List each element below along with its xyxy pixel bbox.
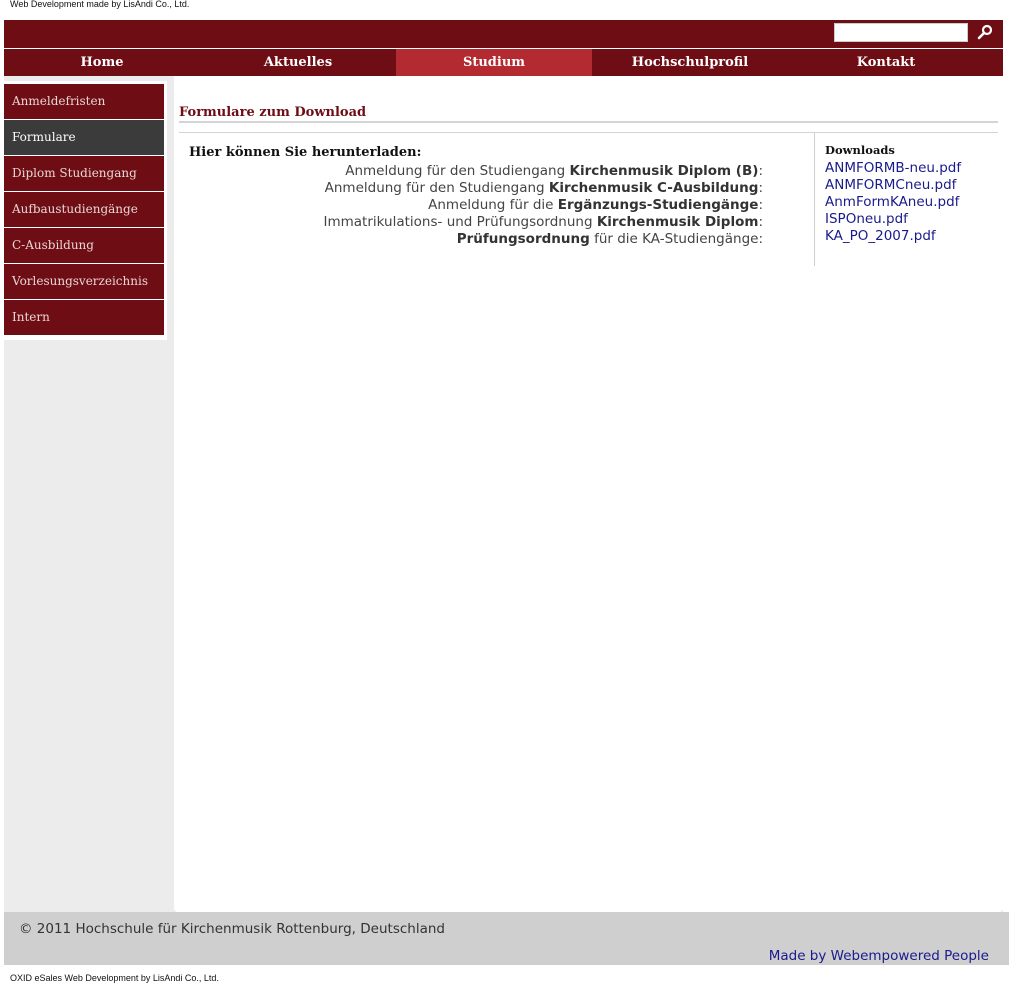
sidebar-item-anmeldefristen[interactable]: Anmeldefristen — [4, 84, 164, 120]
nav-item-hochschulprofil[interactable]: Hochschulprofil — [592, 49, 788, 76]
sidebar-item-diplom-studiengang[interactable]: Diplom Studiengang — [4, 156, 164, 192]
nav-item-kontakt[interactable]: Kontakt — [788, 49, 984, 76]
downloads-panel: Downloads ANMFORMB-neu.pdf ANMFORMCneu.p… — [825, 143, 995, 245]
downloads-title: Downloads — [825, 143, 895, 157]
sidebar-item-intern[interactable]: Intern — [4, 300, 164, 336]
footer: © 2011 Hochschule für Kirchenmusik Rotte… — [4, 912, 1009, 965]
sidebar-item-vorlesungsverzeichnis[interactable]: Vorlesungsverzeichnis — [4, 264, 164, 300]
made-by-link[interactable]: Made by Webempowered People — [769, 948, 989, 964]
form-row: Immatrikulations- und Prüfungsordnung Ki… — [323, 214, 764, 230]
nav-item-studium[interactable]: Studium — [396, 49, 592, 76]
sidebar-item-aufbaustudiengaenge[interactable]: Aufbaustudiengänge — [4, 192, 164, 228]
search-icon — [977, 24, 993, 44]
form-row: Prüfungsordnung für die KA-Studiengänge: — [456, 231, 763, 247]
sidebar-item-formulare[interactable]: Formulare — [4, 120, 164, 156]
column-divider — [814, 133, 815, 266]
download-link-ka-po[interactable]: KA_PO_2007.pdf — [825, 228, 995, 245]
download-link-anmformc[interactable]: ANMFORMCneu.pdf — [825, 177, 995, 194]
download-intro: Hier können Sie herunterladen: — [189, 145, 422, 160]
download-link-ispo[interactable]: ISPOneu.pdf — [825, 211, 995, 228]
form-row: Anmeldung für die Ergänzungs-Studiengäng… — [428, 197, 763, 213]
download-link-anmformka[interactable]: AnmFormKAneu.pdf — [825, 194, 995, 211]
main-content: Formulare zum Download Hier können Sie h… — [174, 76, 1003, 912]
sidebar-item-c-ausbildung[interactable]: C-Ausbildung — [4, 228, 164, 264]
top-credit: Web Development made by LisAndi Co., Ltd… — [10, 0, 190, 9]
search-input[interactable] — [834, 23, 968, 42]
form-row: Anmeldung für den Studiengang Kirchenmus… — [345, 163, 763, 179]
main-nav: Home Aktuelles Studium Hochschulprofil K… — [4, 49, 1003, 76]
copyright-text: © 2011 Hochschule für Kirchenmusik Rotte… — [19, 921, 445, 937]
search-button[interactable] — [974, 24, 996, 44]
content-divider — [179, 132, 998, 133]
download-link-anmformb[interactable]: ANMFORMB-neu.pdf — [825, 160, 995, 177]
form-description-list: Anmeldung für den Studiengang Kirchenmus… — [189, 163, 764, 248]
nav-item-aktuelles[interactable]: Aktuelles — [200, 49, 396, 76]
page-title: Formulare zum Download — [179, 105, 998, 123]
form-row: Anmeldung für den Studiengang Kirchenmus… — [324, 180, 763, 196]
header-bar — [4, 20, 1003, 48]
nav-item-home[interactable]: Home — [4, 49, 200, 76]
bottom-credit: OXID eSales Web Development by LisAndi C… — [10, 973, 219, 983]
sidebar: Anmeldefristen Formulare Diplom Studieng… — [4, 81, 167, 340]
page-body: Anmeldefristen Formulare Diplom Studieng… — [4, 76, 1003, 912]
